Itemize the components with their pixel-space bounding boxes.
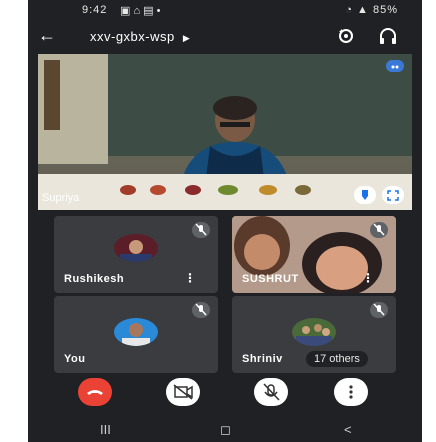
chevron-right-icon: ▶ [182,33,191,43]
participant-tile-self[interactable]: You [54,296,218,373]
camera-toggle-button[interactable] [166,378,200,406]
mic-off-icon [192,302,210,318]
more-dots-icon [391,65,399,69]
app-bar: ← xxv-gxbx-wsp ▶ [28,22,422,52]
fullscreen-button[interactable] [382,186,404,204]
notification-icons: ▣ ⌂ ▤ • [120,5,161,17]
home-icon[interactable]: ◻ [220,422,231,438]
battery-percent: 85% [372,4,398,16]
pin-icon [362,190,368,200]
back-arrow-icon[interactable]: ← [38,25,56,46]
main-video-tile[interactable]: Supriya [38,54,412,210]
participant-name: SUSHRUT [242,273,299,285]
mic-off-icon [192,222,210,238]
main-participant-name: Supriya [42,192,80,204]
participant-name: Rushikesh [64,273,125,285]
status-time: 9:42 [82,4,108,16]
others-badge[interactable]: 17 others [306,351,368,367]
avatar [114,318,158,346]
mic-off-icon [263,383,280,401]
avatar [114,234,158,262]
participant-name: Shriniv [242,353,283,365]
more-vert-icon[interactable]: ⋮ [362,271,374,285]
back-icon[interactable]: < [344,422,352,437]
avatar [292,318,336,346]
table-items [120,185,311,195]
video-door [44,60,60,130]
switch-camera-icon[interactable] [336,26,356,46]
more-options-button[interactable] [334,378,368,406]
fullscreen-icon [387,190,399,201]
status-bar: 9:42 ▣ ⌂ ▤ • ◔ ▲ 85% [28,0,422,22]
end-call-icon [87,390,103,395]
recent-apps-icon[interactable]: III [100,422,111,437]
meeting-code-text: xxv-gxbx-wsp [90,29,175,44]
headphones-icon[interactable] [378,26,398,46]
camera-off-icon [173,384,193,400]
battery-status: ◔ ▲ 85% [345,4,398,16]
meet-screen: 9:42 ▣ ⌂ ▤ • ◔ ▲ 85% ← xxv-gxbx-wsp ▶ Su… [28,0,422,442]
meeting-code[interactable]: xxv-gxbx-wsp ▶ [90,29,190,44]
participant-tile[interactable]: Shriniv 17 others [232,296,396,373]
pin-button[interactable] [354,186,376,204]
participant-tile[interactable]: Rushikesh ⋮ [54,216,218,293]
mic-off-icon [370,222,388,238]
video-wall [38,54,108,164]
end-call-button[interactable] [78,378,112,406]
more-vert-icon [349,385,353,399]
mic-off-icon [370,302,388,318]
mic-toggle-button[interactable] [254,378,288,406]
system-nav-bar: III ◻ < [28,418,422,442]
speaker-video [180,96,290,186]
participant-name: You [64,353,86,365]
participant-tile[interactable]: SUSHRUT ⋮ [232,216,396,293]
main-video-options[interactable] [386,60,404,72]
call-controls [28,378,422,412]
more-vert-icon[interactable]: ⋮ [184,271,196,285]
